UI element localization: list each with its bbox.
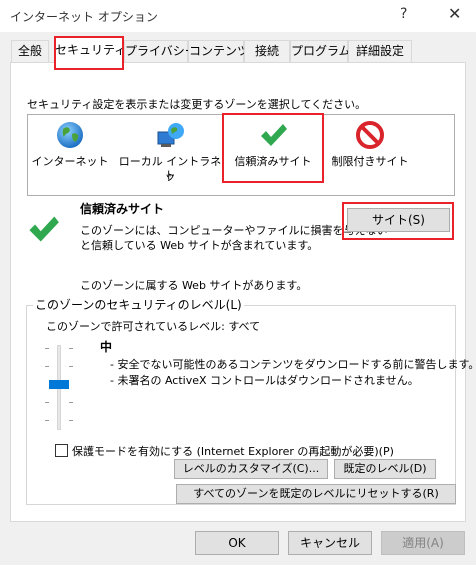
zone-internet-label: インターネット	[31, 155, 109, 168]
slider-tick	[45, 402, 49, 403]
zone-title: 信頼済みサイト	[80, 202, 165, 216]
zone-local-intranet-label-2: ト	[164, 169, 176, 182]
zone-restricted-sites[interactable]: 制限付きサイト	[324, 118, 416, 178]
protected-mode-checkbox[interactable]	[55, 444, 68, 457]
globe-icon	[57, 122, 83, 148]
slider-tick	[69, 348, 73, 349]
zone-trusted-sites[interactable]: 信頼済みサイト	[226, 116, 320, 178]
zone-local-intranet[interactable]: ローカル イントラネッ ト	[118, 118, 222, 183]
tab-advanced[interactable]: 詳細設定	[348, 40, 412, 62]
zone-trusted-sites-label: 信頼済みサイト	[234, 155, 312, 168]
tab-content[interactable]: コンテンツ	[188, 40, 249, 62]
restricted-icon	[356, 121, 384, 149]
ok-button[interactable]: OK	[195, 531, 279, 555]
zone-description-1: このゾーンには、コンピューターやファイルに損害を与えない	[80, 224, 388, 237]
zone-description-2: と信頼している Web サイトが含まれています。	[80, 239, 319, 252]
level-bullet-2: - 未署名の ActiveX コントロールはダウンロードされません。	[110, 374, 419, 387]
checkmark-icon	[261, 124, 287, 146]
slider-tick	[45, 348, 49, 349]
sites-button[interactable]: サイト(S)	[347, 208, 450, 232]
slider-tick	[45, 366, 49, 367]
window-title: インターネット オプション	[10, 10, 158, 24]
help-button[interactable]: ?	[400, 6, 407, 22]
tab-security[interactable]: セキュリティ	[54, 37, 126, 65]
tab-privacy[interactable]: プライバシー	[124, 40, 197, 62]
apply-button[interactable]: 適用(A)	[381, 531, 465, 555]
level-name: 中	[100, 340, 113, 354]
slider-tick	[45, 420, 49, 421]
zone-internet[interactable]: インターネット	[30, 118, 110, 178]
protected-mode-label[interactable]: 保護モードを有効にする (Internet Explorer の再起動が必要)(…	[72, 443, 394, 459]
reset-all-zones-button[interactable]: すべてのゾーンを既定のレベルにリセットする(R)	[176, 484, 456, 504]
slider-tick	[69, 402, 73, 403]
zone-restricted-sites-label: 制限付きサイト	[331, 155, 409, 168]
security-level-legend: このゾーンのセキュリティのレベル(L)	[33, 296, 244, 313]
close-button[interactable]: ✕	[440, 2, 469, 25]
level-bullet-1: - 安全でない可能性のあるコンテンツをダウンロードする前に警告します。	[110, 358, 476, 371]
tab-general[interactable]: 全般	[11, 40, 49, 62]
tab-programs[interactable]: プログラム	[290, 40, 351, 62]
zone-prompt: セキュリティ設定を表示または変更するゾーンを選択してください。	[27, 98, 367, 111]
allowed-level-text: このゾーンで許可されているレベル: すべて	[46, 320, 261, 333]
slider-tick	[69, 366, 73, 367]
tab-connections[interactable]: 接続	[244, 40, 290, 62]
intranet-icon	[157, 123, 184, 147]
default-level-button[interactable]: 既定のレベル(D)	[334, 459, 436, 479]
trusted-zone-checkmark-icon	[29, 216, 59, 242]
security-slider-thumb[interactable]	[49, 380, 69, 389]
zone-has-sites-text: このゾーンに属する Web サイトがあります。	[80, 279, 308, 292]
custom-level-button[interactable]: レベルのカスタマイズ(C)...	[174, 459, 328, 479]
cancel-button[interactable]: キャンセル	[288, 531, 372, 555]
slider-tick	[69, 420, 73, 421]
